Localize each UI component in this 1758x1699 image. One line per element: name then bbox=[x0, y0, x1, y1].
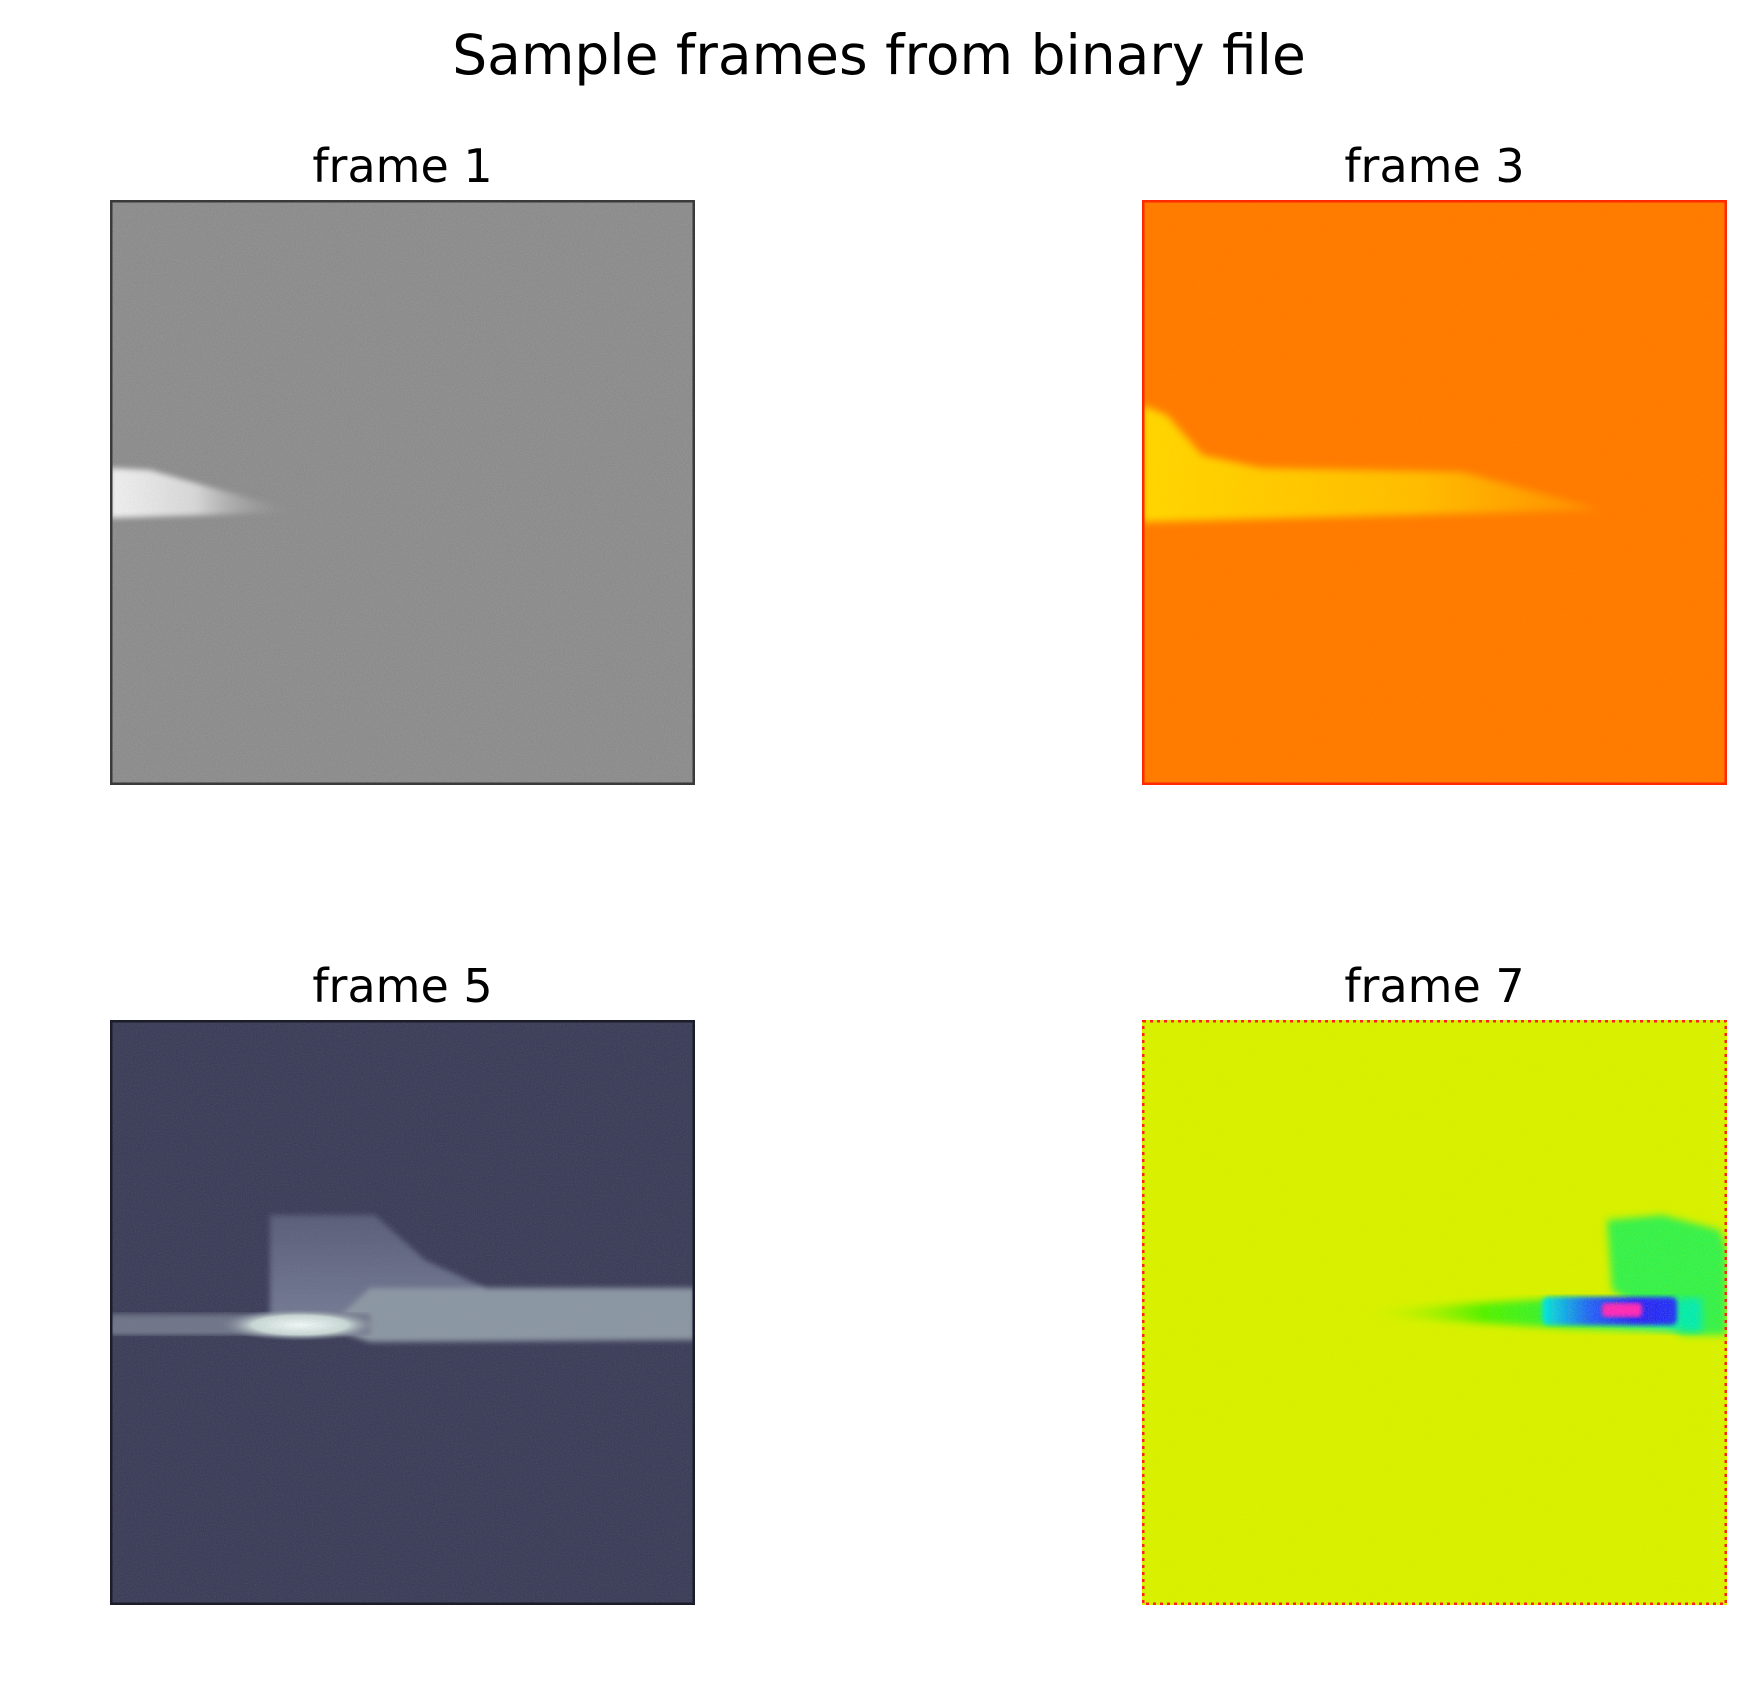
panel-title-frame-3: frame 3 bbox=[1344, 139, 1525, 193]
frame-3-image bbox=[1142, 200, 1727, 785]
panel-title-frame-1: frame 1 bbox=[312, 139, 493, 193]
frame-7-image bbox=[1142, 1020, 1727, 1605]
panel-title-frame-7: frame 7 bbox=[1344, 959, 1525, 1013]
frame-1-image bbox=[110, 200, 695, 785]
panel-title-frame-5: frame 5 bbox=[312, 959, 493, 1013]
frame-5-image bbox=[110, 1020, 695, 1605]
figure-title: Sample frames from binary file bbox=[452, 23, 1306, 87]
